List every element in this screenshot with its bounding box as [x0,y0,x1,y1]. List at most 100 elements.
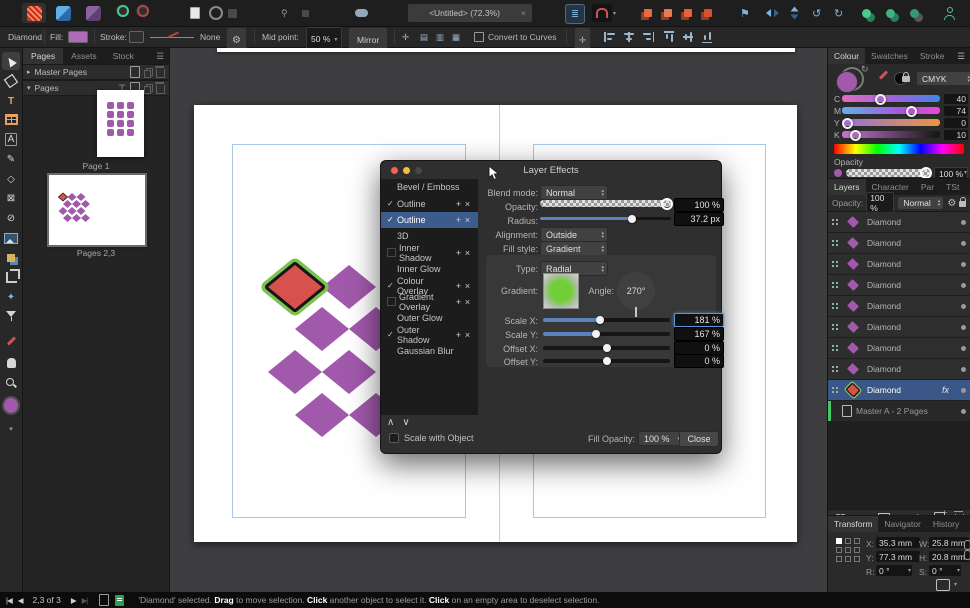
expanded-icon[interactable]: ▾ [27,84,31,92]
picture-frame-tool[interactable] [2,229,20,247]
delete-page-icon[interactable] [156,85,165,94]
tab-swatches[interactable]: Swatches [865,48,914,64]
effect-item-inner-shadow[interactable]: Inner Shadow+× [381,245,478,261]
rotate-ccw-button[interactable]: ↺ [812,4,821,22]
chevron-down-icon[interactable]: ▾ [964,169,967,176]
anchor-point-selector[interactable] [836,538,860,562]
check-icon[interactable]: ✓ [387,215,397,224]
pages-header[interactable]: ▾ Pages ⊤ [23,80,169,96]
effect-item-gradient-overlay[interactable]: Gradient Overlay+× [381,294,478,310]
magenta-handle[interactable] [906,106,917,117]
check-icon[interactable]: ✓ [387,330,397,339]
tab-paragraph[interactable]: Par [915,179,940,195]
shape-tool[interactable]: ◇ [2,170,20,188]
layer-row[interactable]: Diamond [828,233,970,254]
cyan-handle[interactable] [875,94,886,105]
selected-diamond-shape[interactable] [268,265,322,309]
effect-item-gaussian-blur[interactable]: Gaussian Blur [381,343,478,359]
visibility-dot-icon[interactable] [961,220,966,225]
vector-brush-tool[interactable]: ✎ [2,150,20,168]
alignment-dropdown[interactable]: ⚑ [740,4,750,22]
visibility-dot-icon[interactable] [961,367,966,372]
align-center-button[interactable] [623,27,635,47]
first-page-button[interactable]: |◀ [6,596,12,605]
diamond-shape[interactable] [322,265,376,309]
colour-opacity-slider[interactable] [846,169,930,177]
radius-slider[interactable] [540,217,671,220]
move-tool[interactable] [2,52,20,70]
boolean-divide-button[interactable] [910,4,919,22]
add-icon[interactable]: + [454,215,463,225]
cyan-slider[interactable] [842,95,940,102]
save-document-button[interactable] [228,4,237,22]
colour-panel-menu[interactable]: ☰ [952,48,970,64]
tab-history[interactable]: History [927,516,965,532]
open-document-button[interactable] [209,4,223,22]
opacity-value[interactable]: 100 % [674,198,724,212]
w-field[interactable]: 25.8 mm [929,537,969,548]
transparency-tool[interactable] [2,308,20,326]
tab-stock[interactable]: Stock [105,48,142,64]
align-top-button[interactable] [663,27,675,47]
share-button[interactable] [355,4,368,22]
insertion-target-button[interactable]: ✛ [402,27,409,47]
colour-well[interactable] [2,396,20,414]
scale-with-object-control[interactable]: Scale with Object [389,433,474,443]
rectangle-frame-tool[interactable]: ⊠ [2,189,20,207]
radius-value[interactable]: 37.2 px [674,212,724,226]
x-field[interactable]: 35.3 mm [876,537,920,548]
flip-horizontal-button[interactable] [766,4,779,22]
link-dimensions-icon[interactable] [964,550,970,560]
link-dimensions-icon[interactable] [964,540,970,550]
remove-icon[interactable]: × [463,248,472,258]
visibility-dot-icon[interactable] [961,325,966,330]
duplicate-master-icon[interactable] [144,68,152,77]
photo-studiolink-button[interactable] [136,4,149,17]
align-right-button[interactable] [642,27,654,47]
layer-row[interactable]: Diamond [828,296,970,317]
magenta-slider[interactable] [842,107,940,114]
layer-row[interactable]: Diamond [828,338,970,359]
tab-layers[interactable]: Layers [828,179,866,195]
preflight-icon[interactable] [115,595,124,606]
y-field[interactable]: 77.3 mm [876,551,920,562]
blend-mode-dropdown[interactable]: Normal▴▾ [540,185,608,200]
last-page-button[interactable]: ▶| [82,596,88,605]
scale-with-object-checkbox[interactable] [389,433,399,443]
diamond-shape[interactable] [295,307,349,351]
layer-row-selected[interactable]: Diamondfx [828,380,970,401]
flip-vertical-button[interactable] [788,4,801,22]
canvas[interactable]: Layer Effects Bevel / Emboss ✓Outline+× … [170,48,827,592]
layer-row[interactable]: Diamond [828,212,970,233]
fill-swatch[interactable] [68,27,88,47]
chevron-down-icon[interactable]: ▾ [954,581,957,588]
zoom-tool[interactable] [2,374,20,392]
collapsed-icon[interactable]: ▸ [27,68,31,76]
view-tool[interactable] [2,354,20,372]
table-tool[interactable] [2,110,20,128]
align-left-button[interactable] [604,27,616,47]
fill-opacity-dropdown[interactable]: 100 %▾ [638,431,684,446]
fill-style-dropdown[interactable]: Gradient▴▾ [540,241,608,256]
layer-row[interactable]: Diamond [828,254,970,275]
chevron-down-icon[interactable]: ▾ [908,567,911,574]
pin-button[interactable]: ⚲ [281,4,288,22]
insert-on-top-button[interactable]: ▥ [436,27,444,47]
scale-x-slider[interactable] [543,318,670,322]
swap-colours-icon[interactable]: ↻ [861,64,869,75]
tab-transform[interactable]: Transform [828,516,878,532]
black-handle[interactable] [850,130,861,141]
move-to-front-button[interactable] [644,4,652,22]
layer-row[interactable]: Diamond [828,275,970,296]
align-bottom-button[interactable] [701,27,713,47]
convert-to-curves-button[interactable]: Convert to Curves [474,27,557,47]
add-master-icon[interactable] [130,66,140,78]
spectrum-bar[interactable] [834,144,964,154]
publisher-persona-button[interactable] [86,4,101,22]
radius-slider-handle[interactable] [628,215,636,223]
gear-icon[interactable]: ⚙ [947,198,956,209]
document-tab[interactable]: <Untitled> (72.3%) × [408,4,532,22]
delete-master-icon[interactable] [156,69,165,78]
angle-dial[interactable]: 270° [617,272,655,310]
stroke-swatch[interactable] [129,27,144,47]
